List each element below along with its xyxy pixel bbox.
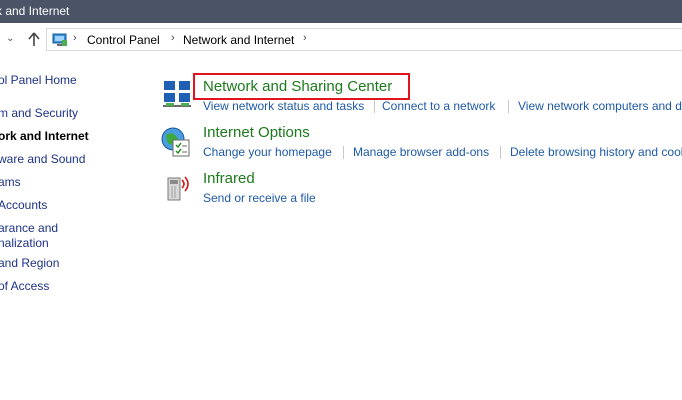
recent-locations-chevron-icon[interactable]: ⌄: [6, 32, 20, 46]
sidebar-item-user-accounts[interactable]: Accounts: [0, 198, 47, 213]
infrared-icon[interactable]: [162, 172, 194, 204]
window-title: rk and Internet: [0, 4, 70, 18]
address-row: ⌄ › Control Panel › Network and Internet…: [0, 23, 682, 57]
task-divider: [374, 100, 375, 113]
manage-browser-add-ons-link[interactable]: Manage browser add-ons: [353, 145, 489, 159]
task-divider: [508, 100, 509, 113]
breadcrumb-separator[interactable]: ›: [303, 32, 307, 44]
network-sharing-icon[interactable]: [161, 78, 193, 110]
sidebar-item-clock-and-region[interactable]: and Region: [0, 256, 59, 271]
title-bar: rk and Internet: [0, 0, 682, 23]
sidebar-item-programs[interactable]: ams: [0, 175, 21, 190]
breadcrumb-control-panel[interactable]: Control Panel: [87, 33, 160, 47]
infrared-link[interactable]: Infrared: [203, 170, 255, 187]
control-panel-icon: [52, 33, 67, 46]
sidebar-item-system-and-security[interactable]: m and Security: [0, 106, 78, 121]
internet-options-icon[interactable]: [160, 126, 192, 158]
sidebar-item-appearance-line1[interactable]: arance and: [0, 221, 58, 236]
sidebar-item-hardware-and-sound[interactable]: ware and Sound: [0, 152, 85, 167]
task-divider: [500, 146, 501, 159]
delete-browsing-history-link[interactable]: Delete browsing history and cook: [510, 145, 682, 159]
breadcrumb-separator[interactable]: ›: [171, 32, 175, 44]
task-divider: [343, 146, 344, 159]
internet-options-link[interactable]: Internet Options: [203, 124, 310, 141]
send-or-receive-file-link[interactable]: Send or receive a file: [203, 191, 316, 205]
sidebar-item-control-panel-home[interactable]: ol Panel Home: [0, 73, 77, 88]
breadcrumb-network-and-internet[interactable]: Network and Internet: [183, 33, 294, 47]
breadcrumb-separator[interactable]: ›: [73, 32, 77, 44]
sidebar-item-network-and-internet: ork and Internet: [0, 129, 89, 143]
sidebar-item-appearance-line2[interactable]: nalization: [0, 236, 49, 251]
up-arrow-icon[interactable]: [27, 31, 41, 47]
sidebar-item-ease-of-access[interactable]: of Access: [0, 279, 49, 294]
selection-highlight-box: [193, 73, 410, 100]
address-bar[interactable]: › Control Panel › Network and Internet ›: [46, 28, 682, 51]
connect-to-network-link[interactable]: Connect to a network: [382, 99, 495, 113]
change-homepage-link[interactable]: Change your homepage: [203, 145, 332, 159]
view-network-status-link[interactable]: View network status and tasks: [203, 99, 364, 113]
view-network-computers-link[interactable]: View network computers and d: [518, 99, 682, 113]
